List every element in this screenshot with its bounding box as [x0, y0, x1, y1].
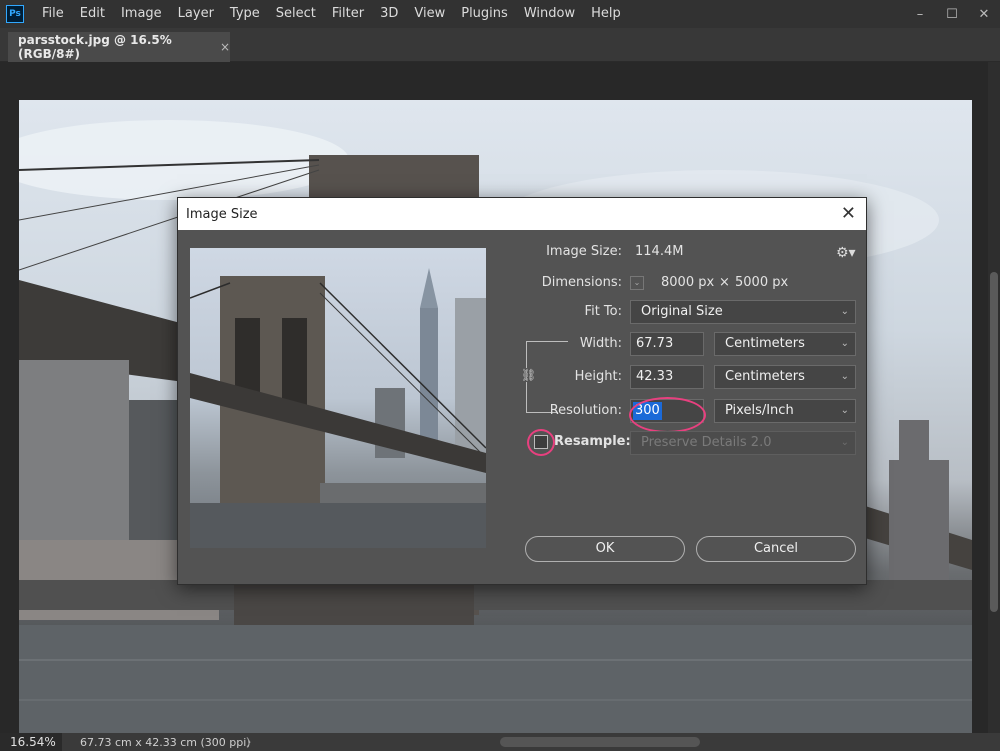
dimensions-height: 5000 px [735, 275, 789, 290]
chevron-down-icon: ⌄ [840, 306, 849, 317]
width-input[interactable]: 67.73 [630, 332, 704, 356]
menu-edit[interactable]: Edit [72, 0, 113, 28]
resample-method-dropdown[interactable]: Preserve Details 2.0 ⌄ [630, 431, 856, 455]
fit-to-value: Original Size [641, 304, 723, 319]
horizontal-scrollbar-thumb[interactable] [500, 737, 700, 747]
document-info: 67.73 cm x 42.33 cm (300 ppi) [80, 735, 251, 749]
width-label: Width: [579, 336, 622, 351]
width-unit-dropdown[interactable]: Centimeters ⌄ [714, 332, 856, 356]
menu-file[interactable]: File [34, 0, 72, 28]
document-tab-title: parsstock.jpg @ 16.5% (RGB/8#) [18, 33, 172, 61]
height-input[interactable]: 42.33 [630, 365, 704, 389]
resolution-unit-dropdown[interactable]: Pixels/Inch ⌄ [714, 399, 856, 423]
vertical-scrollbar[interactable] [988, 62, 1000, 734]
chevron-down-icon: ⌄ [840, 405, 849, 416]
close-window-icon[interactable]: ✕ [968, 0, 1000, 28]
document-tab-bar: parsstock.jpg @ 16.5% (RGB/8#) × [0, 28, 1000, 62]
gear-icon[interactable]: ⚙▾ [836, 245, 856, 261]
status-bar: 16.54% 67.73 cm x 42.33 cm (300 ppi) 〉 [0, 733, 1000, 751]
chevron-down-icon: ⌄ [840, 371, 849, 382]
vertical-scrollbar-thumb[interactable] [990, 272, 998, 612]
width-unit-value: Centimeters [725, 336, 805, 351]
menu-type[interactable]: Type [222, 0, 268, 28]
document-tab[interactable]: parsstock.jpg @ 16.5% (RGB/8#) × [8, 32, 230, 62]
cancel-button[interactable]: Cancel [696, 536, 856, 562]
height-unit-value: Centimeters [725, 369, 805, 384]
dialog-title: Image Size [186, 206, 258, 222]
resolution-highlight-circle [629, 397, 706, 433]
zoom-level-field[interactable]: 16.54% [0, 733, 62, 751]
dimensions-width: 8000 px [661, 275, 715, 290]
menu-image[interactable]: Image [113, 0, 170, 28]
close-icon[interactable]: ✕ [841, 203, 856, 224]
status-menu-arrow-icon[interactable]: 〉 [246, 734, 257, 750]
resolution-unit-value: Pixels/Inch [725, 403, 794, 418]
chevron-down-icon: ⌄ [840, 338, 849, 349]
menu-plugins[interactable]: Plugins [453, 0, 516, 28]
menu-layer[interactable]: Layer [170, 0, 222, 28]
resample-highlight-circle [527, 429, 555, 456]
image-preview[interactable] [190, 248, 486, 548]
photoshop-logo-icon: Ps [6, 5, 24, 23]
fit-to-dropdown[interactable]: Original Size ⌄ [630, 300, 856, 324]
ok-button[interactable]: OK [525, 536, 685, 562]
menu-view[interactable]: View [406, 0, 453, 28]
resample-label: Resample: [554, 434, 631, 449]
preview-illustration [190, 268, 486, 548]
resolution-label: Resolution: [549, 403, 622, 418]
close-tab-icon[interactable]: × [220, 40, 230, 54]
resample-method-value: Preserve Details 2.0 [641, 435, 772, 450]
menu-filter[interactable]: Filter [324, 0, 372, 28]
menu-select[interactable]: Select [268, 0, 324, 28]
dimensions-label: Dimensions: [541, 275, 622, 290]
image-size-dialog: Image Size ✕ Image Size: 114.4M ⚙▾ Dimen… [177, 197, 867, 585]
menu-window[interactable]: Window [516, 0, 583, 28]
height-label: Height: [574, 369, 622, 384]
height-unit-dropdown[interactable]: Centimeters ⌄ [714, 365, 856, 389]
window-controls: – ☐ ✕ [904, 0, 1000, 28]
image-size-label: Image Size: [546, 244, 622, 259]
minimize-icon[interactable]: – [904, 0, 936, 28]
menu-help[interactable]: Help [583, 0, 629, 28]
menu-3d[interactable]: 3D [372, 0, 406, 28]
image-size-value: 114.4M [635, 244, 684, 259]
dimensions-unit-chevron-icon[interactable]: ⌄ [630, 276, 644, 290]
dialog-titlebar: Image Size ✕ [178, 198, 866, 230]
dimensions-times: × [719, 275, 730, 290]
fit-to-label: Fit To: [584, 304, 622, 319]
menu-bar: Ps File Edit Image Layer Type Select Fil… [0, 0, 1000, 28]
chevron-down-icon: ⌄ [840, 437, 849, 448]
maximize-icon[interactable]: ☐ [936, 0, 968, 28]
